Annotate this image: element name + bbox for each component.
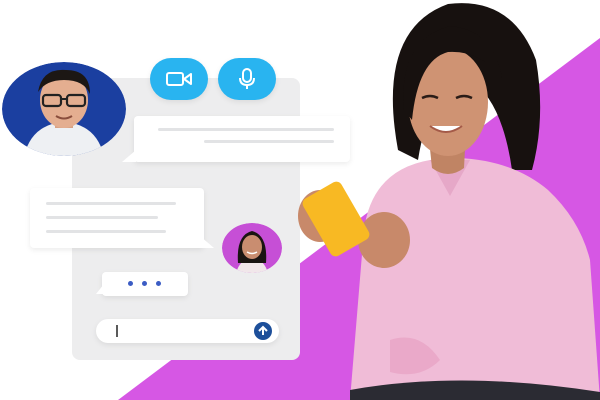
bubble-tail bbox=[96, 284, 104, 294]
typing-dot bbox=[142, 281, 147, 286]
typing-dot bbox=[128, 281, 133, 286]
bubble-tail bbox=[200, 236, 214, 248]
microphone-icon bbox=[239, 68, 255, 89]
contact-avatar-man bbox=[2, 62, 126, 156]
text-caret bbox=[116, 325, 118, 337]
arrow-up-icon bbox=[258, 325, 268, 335]
typing-indicator bbox=[102, 272, 188, 296]
microphone-button[interactable] bbox=[218, 58, 276, 100]
video-camera-icon bbox=[166, 72, 192, 86]
bubble-tail bbox=[122, 150, 136, 162]
woman-with-phone-photo bbox=[298, 3, 600, 400]
contact-avatar-woman bbox=[222, 223, 282, 273]
video-call-button[interactable] bbox=[150, 58, 208, 100]
send-button[interactable] bbox=[254, 322, 272, 340]
typing-dot bbox=[156, 281, 161, 286]
chat-bubble-outgoing bbox=[30, 188, 204, 248]
message-input[interactable] bbox=[96, 319, 279, 343]
